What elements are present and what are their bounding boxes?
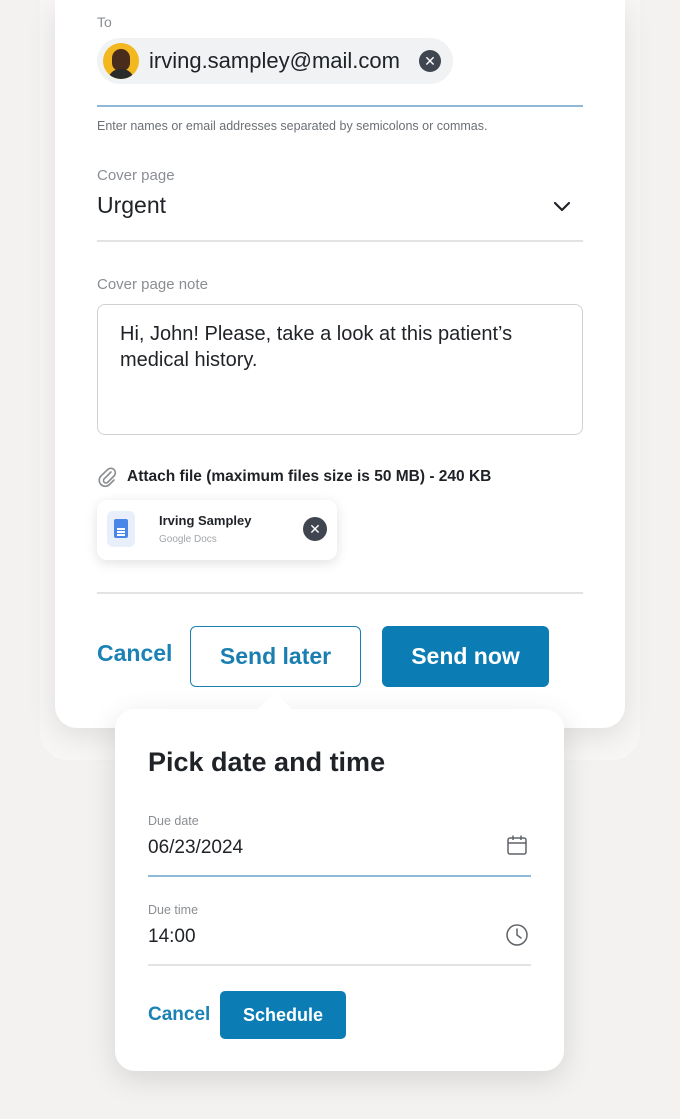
due-date-input[interactable]: 06/23/2024 <box>148 837 243 859</box>
remove-recipient-icon[interactable]: ✕ <box>419 50 441 72</box>
avatar <box>103 43 139 79</box>
cancel-button[interactable]: Cancel <box>97 640 172 667</box>
due-time-label: Due time <box>148 903 199 917</box>
recipient-chip[interactable]: irving.sampley@mail.com ✕ <box>97 38 453 84</box>
file-source: Google Docs <box>159 534 217 545</box>
attached-file-card[interactable]: Irving Sampley Google Docs ✕ <box>97 500 337 560</box>
cover-page-label: Cover page <box>97 167 175 184</box>
to-field-underline <box>97 105 583 107</box>
attach-file-row[interactable]: Attach file (maximum files size is 50 MB… <box>97 466 491 488</box>
cover-page-select[interactable]: Urgent <box>97 192 166 219</box>
send-fax-form: To irving.sampley@mail.com ✕ Enter names… <box>55 0 625 728</box>
recipient-email: irving.sampley@mail.com <box>149 48 400 73</box>
schedule-popover: Pick date and time Due date 06/23/2024 D… <box>115 692 564 1071</box>
cover-note-label: Cover page note <box>97 276 208 293</box>
due-date-underline <box>148 875 531 877</box>
due-date-label: Due date <box>148 814 199 828</box>
popover-title: Pick date and time <box>148 747 386 777</box>
remove-file-icon[interactable]: ✕ <box>303 517 327 541</box>
send-later-button[interactable]: Send later <box>190 626 361 687</box>
file-name: Irving Sampley <box>159 513 252 528</box>
send-now-button[interactable]: Send now <box>382 626 549 687</box>
paperclip-icon <box>98 467 117 487</box>
cover-note-textarea[interactable]: Hi, John! Please, take a look at this pa… <box>97 304 583 435</box>
calendar-icon[interactable] <box>506 834 528 856</box>
due-time-input[interactable]: 14:00 <box>148 926 196 948</box>
attach-file-label: Attach file (maximum files size is 50 MB… <box>127 468 492 485</box>
to-label: To <box>97 14 112 30</box>
due-time-underline <box>148 964 531 966</box>
popover-cancel-button[interactable]: Cancel <box>148 1004 210 1026</box>
schedule-button[interactable]: Schedule <box>220 991 346 1039</box>
cover-page-divider <box>97 240 583 242</box>
actions-divider <box>97 592 583 594</box>
clock-icon[interactable] <box>505 923 529 947</box>
chevron-down-icon[interactable] <box>553 198 571 216</box>
google-docs-icon <box>107 511 135 547</box>
recipients-hint: Enter names or email addresses separated… <box>97 119 488 133</box>
